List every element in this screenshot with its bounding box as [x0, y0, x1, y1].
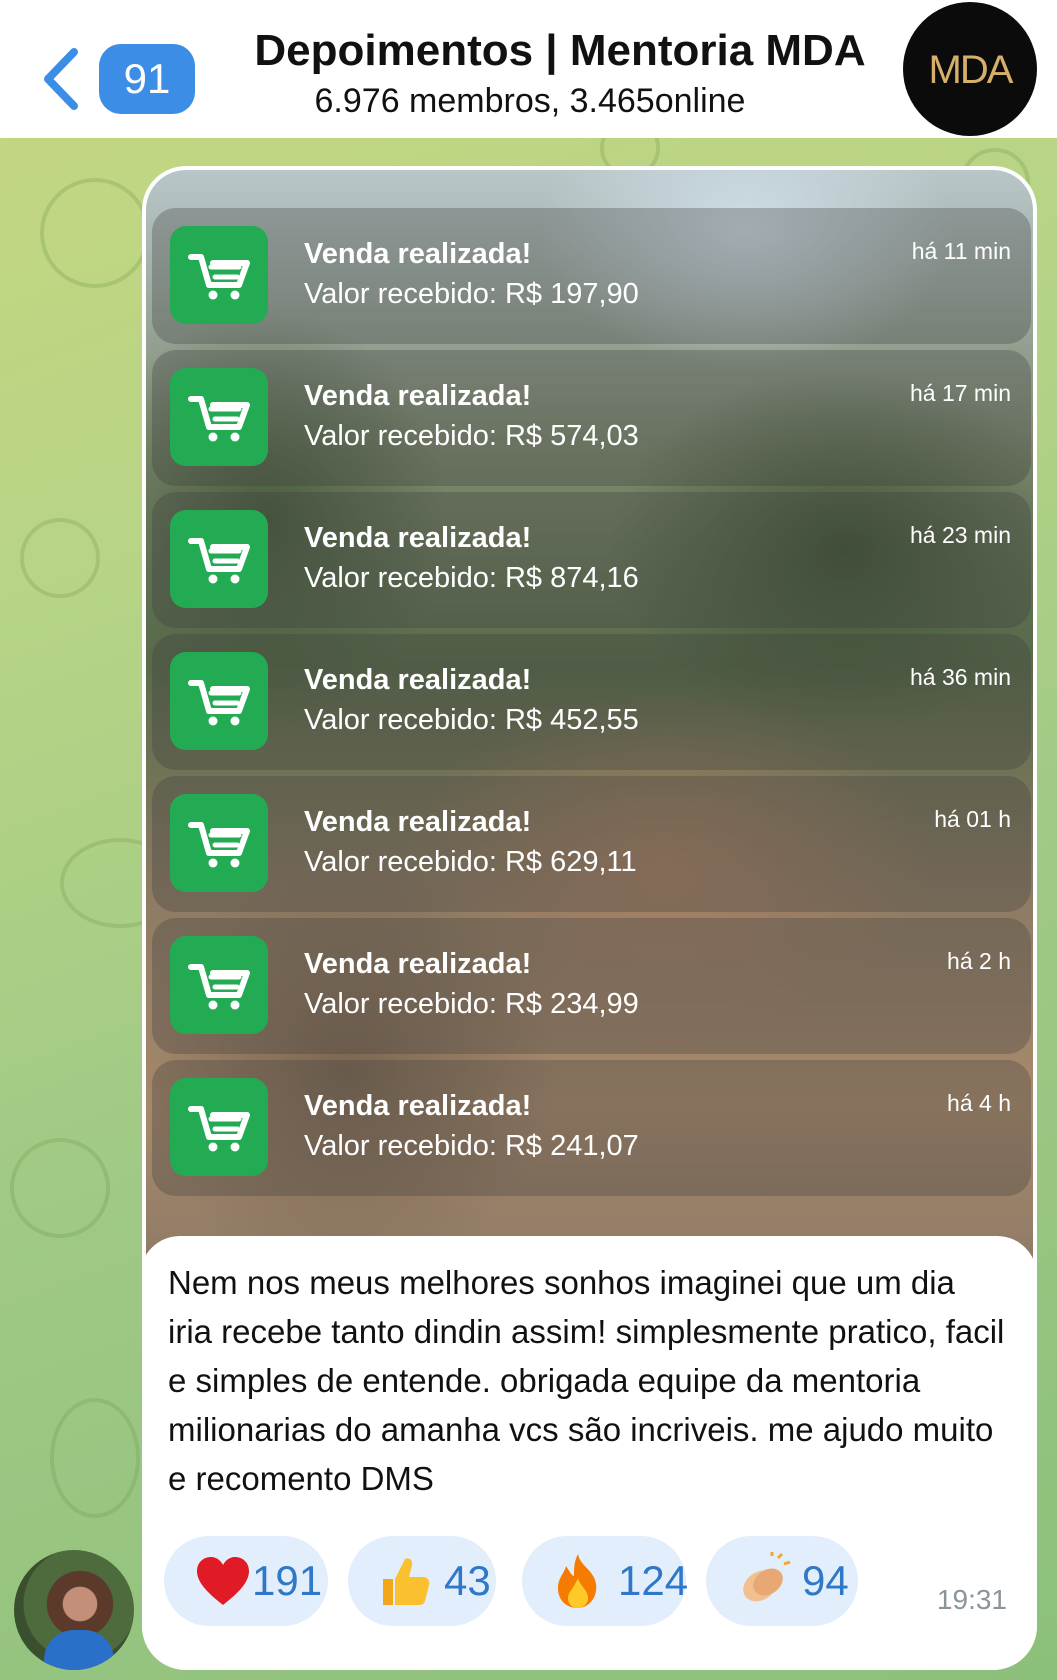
unread-count-badge[interactable]: 91 — [99, 44, 195, 114]
message-bubble[interactable]: Venda realizada! Valor recebido: R$ 197,… — [142, 166, 1037, 1670]
sale-notification: Venda realizada! Valor recebido: R$ 574,… — [152, 350, 1031, 486]
notification-title: Venda realizada! — [304, 806, 532, 838]
sale-notification: Venda realizada! Valor recebido: R$ 197,… — [152, 208, 1031, 344]
sender-avatar[interactable] — [14, 1550, 134, 1670]
fire-icon — [550, 1552, 606, 1610]
shopping-cart-icon — [170, 652, 268, 750]
sale-notification: Venda realizada! Valor recebido: R$ 874,… — [152, 492, 1031, 628]
reaction-heart[interactable]: 191 — [164, 1536, 328, 1626]
chevron-left-icon — [44, 48, 78, 110]
notification-title: Venda realizada! — [304, 948, 532, 980]
reaction-count: 191 — [252, 1557, 323, 1604]
notification-value: Valor recebido: R$ 574,03 — [304, 420, 639, 452]
chat-member-count: 6.976 membros, 3.465online — [314, 82, 746, 120]
reaction-count: 124 — [618, 1557, 689, 1604]
notification-title: Venda realizada! — [304, 380, 532, 412]
sale-notification: Venda realizada! Valor recebido: R$ 234,… — [152, 918, 1031, 1054]
message-timestamp: 19:31 — [936, 1584, 1007, 1615]
svg-text:MDA: MDA — [929, 48, 1014, 92]
reaction-count: 43 — [444, 1557, 491, 1604]
channel-avatar[interactable]: MDA — [903, 2, 1037, 136]
mda-logo: MDA — [929, 48, 1016, 92]
notification-title: Venda realizada! — [304, 1090, 532, 1122]
shopping-cart-icon — [170, 368, 268, 466]
notification-value: Valor recebido: R$ 452,55 — [304, 704, 639, 736]
reaction-thumbs-up[interactable]: 43 — [348, 1536, 496, 1626]
notification-value: Valor recebido: R$ 874,16 — [304, 562, 639, 594]
notification-title: Venda realizada! — [304, 664, 532, 696]
notification-time: há 11 min — [911, 238, 1011, 264]
shopping-cart-icon — [170, 794, 268, 892]
sale-notification: Venda realizada! Valor recebido: R$ 629,… — [152, 776, 1031, 912]
chat-title[interactable]: Depoimentos | Mentoria MDA — [230, 26, 890, 76]
back-button[interactable] — [38, 44, 88, 114]
notification-time: há 36 min — [909, 664, 1011, 690]
notification-value: Valor recebido: R$ 241,07 — [304, 1130, 639, 1162]
reaction-clapping[interactable]: 94 — [706, 1536, 858, 1626]
notification-time: há 17 min — [909, 380, 1011, 406]
sale-notification: Venda realizada! Valor recebido: R$ 452,… — [152, 634, 1031, 770]
heart-icon — [194, 1552, 252, 1610]
notification-time: há 01 h — [934, 806, 1011, 832]
notification-time: há 2 h — [947, 948, 1011, 974]
notification-value: Valor recebido: R$ 197,90 — [304, 278, 639, 310]
reaction-fire[interactable]: 124 — [522, 1536, 689, 1626]
shopping-cart-icon — [170, 510, 268, 608]
clapping-hands-icon — [734, 1552, 792, 1610]
reaction-count: 94 — [802, 1557, 849, 1604]
notification-title: Venda realizada! — [304, 522, 532, 554]
chat-header: 91 Depoimentos | Mentoria MDA 6.976 memb… — [0, 0, 1057, 138]
notification-title: Venda realizada! — [304, 238, 532, 270]
shopping-cart-icon — [170, 1078, 268, 1176]
notification-time: há 4 h — [947, 1090, 1011, 1116]
message-caption: Nem nos meus melhores sonhos imaginei qu… — [168, 1264, 1005, 1497]
shopping-cart-icon — [170, 226, 268, 324]
message-photo[interactable]: Venda realizada! Valor recebido: R$ 197,… — [146, 170, 1033, 1270]
notification-time: há 23 min — [909, 522, 1011, 548]
sale-notification: Venda realizada! Valor recebido: R$ 241,… — [152, 1060, 1031, 1196]
shopping-cart-icon — [170, 936, 268, 1034]
thumbs-up-icon — [376, 1552, 434, 1610]
notification-value: Valor recebido: R$ 234,99 — [304, 988, 639, 1020]
notification-value: Valor recebido: R$ 629,11 — [304, 846, 637, 878]
message-caption-box: Nem nos meus melhores sonhos imaginei qu… — [142, 1236, 1037, 1670]
